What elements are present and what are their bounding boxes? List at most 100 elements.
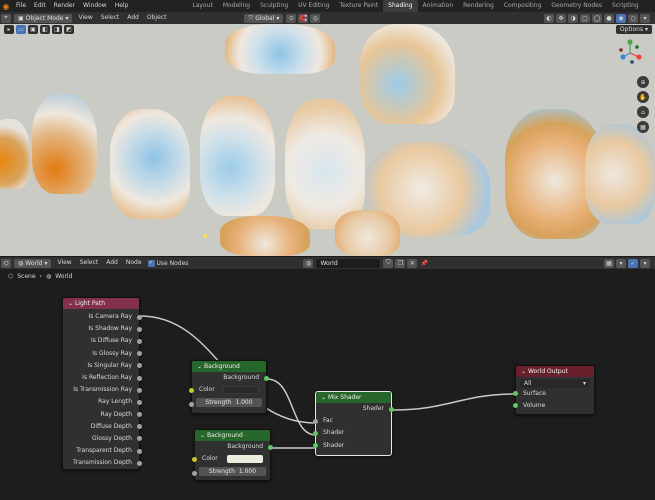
unlink-icon[interactable]: ✕ [407, 258, 418, 268]
ne-menu-node[interactable]: Node [122, 257, 146, 269]
material-preview-icon[interactable]: ◉ [616, 13, 626, 23]
wireframe-shading-icon[interactable]: ◯ [592, 13, 602, 23]
tab-modeling[interactable]: Modeling [218, 0, 255, 12]
fake-user-icon[interactable]: ⛉ [383, 258, 394, 268]
tab-texture-paint[interactable]: Texture Paint [334, 0, 383, 12]
overlays-icon[interactable]: ◑ [568, 13, 578, 23]
collapse-chevron-icon[interactable]: ⌄ [521, 368, 526, 375]
snap-icon[interactable]: 🧲 [298, 13, 309, 23]
target-dropdown[interactable]: All ▾ [520, 378, 590, 388]
vp-menu-object[interactable]: Object [143, 12, 171, 24]
output-socket[interactable] [268, 444, 273, 450]
hand-mesh[interactable] [360, 24, 455, 124]
hand-mesh[interactable] [285, 99, 365, 229]
ne-menu-select[interactable]: Select [76, 257, 103, 269]
visibility-icon[interactable]: ◐ [544, 13, 554, 23]
hand-mesh[interactable] [200, 96, 275, 216]
menu-file[interactable]: File [12, 0, 30, 12]
perspective-toggle-icon[interactable]: ▦ [637, 121, 649, 133]
select-tool-icon[interactable]: ▸ [4, 25, 14, 34]
output-socket[interactable] [137, 399, 142, 405]
input-socket[interactable] [313, 430, 318, 436]
zoom-icon[interactable]: ⊕ [637, 76, 649, 88]
hand-mesh[interactable] [335, 210, 400, 256]
tab-animation[interactable]: Animation [418, 0, 459, 12]
light-path-node[interactable]: ⌄ Light Path Is Camera Ray Is Shadow Ray… [62, 297, 142, 470]
overlay-options-icon[interactable]: ▾ [640, 258, 650, 268]
output-socket[interactable] [137, 387, 142, 393]
strength-field[interactable]: Strength 1.000 [199, 466, 266, 476]
tab-layout[interactable]: Layout [187, 0, 217, 12]
output-socket[interactable] [264, 375, 269, 381]
input-socket[interactable] [192, 470, 197, 476]
output-socket[interactable] [137, 460, 142, 466]
select-extend-icon[interactable]: ▣ [28, 25, 38, 34]
checkbox-checked-icon[interactable]: ✓ [147, 259, 155, 267]
select-intersect-icon[interactable]: ◩ [64, 25, 74, 34]
vp-menu-add[interactable]: Add [123, 12, 143, 24]
backdrop-icon[interactable]: ▾ [616, 258, 626, 268]
vp-menu-view[interactable]: View [74, 12, 96, 24]
input-socket[interactable] [313, 443, 318, 449]
output-socket[interactable] [137, 326, 142, 332]
input-socket[interactable] [513, 403, 518, 409]
pan-hand-icon[interactable]: ✋ [637, 91, 649, 103]
menu-render[interactable]: Render [50, 0, 79, 12]
rendered-shading-icon[interactable]: ○ [628, 13, 638, 23]
tab-sculpting[interactable]: Sculpting [255, 0, 293, 12]
input-socket[interactable] [313, 418, 318, 424]
camera-view-icon[interactable]: ⌂ [637, 106, 649, 118]
background-header[interactable]: ⌄ Background [192, 361, 266, 372]
options-button[interactable]: Options ▾ [615, 25, 652, 34]
select-invert-icon[interactable]: ◨ [52, 25, 62, 34]
editor-type-3d-icon[interactable]: ⌖ [1, 13, 11, 23]
strength-field[interactable]: Strength 1.000 [196, 397, 262, 407]
mode-dropdown[interactable]: ▣ Object Mode ▾ [14, 13, 73, 23]
vp-menu-select[interactable]: Select [97, 12, 124, 24]
snap-settings-icon[interactable]: ▦ [604, 258, 614, 268]
color-swatch[interactable] [227, 455, 263, 464]
output-socket[interactable] [137, 338, 142, 344]
mix-shader-node[interactable]: ⌄ Mix Shader Shader Fac Shader Shader [313, 391, 394, 456]
input-socket[interactable] [513, 391, 518, 397]
tab-geometry-nodes[interactable]: Geometry Nodes [546, 0, 607, 12]
select-box-icon[interactable]: ▭ [16, 25, 26, 34]
overlay-toggle-icon[interactable]: ✓ [628, 258, 638, 268]
3d-viewport[interactable]: ▸ ▭ ▣ ◧ ◨ ◩ Options ▾ ⊕ ✋ ⌂ ▦ [0, 24, 655, 256]
mix-shader-header[interactable]: ⌄ Mix Shader [316, 392, 391, 403]
background-header[interactable]: ⌄ Background [195, 430, 270, 441]
node-editor-canvas[interactable]: ⬡ Scene › ◍ World ⌄ Light Path Is Camera… [0, 269, 655, 500]
tab-shading[interactable]: Shading [383, 0, 418, 12]
world-output-header[interactable]: ⌄ World Output [516, 366, 594, 377]
hand-mesh[interactable] [225, 24, 335, 74]
collapse-chevron-icon[interactable]: ⌄ [200, 432, 205, 439]
shader-type-dropdown[interactable]: ◍ World ▾ [14, 258, 52, 268]
tab-rendering[interactable]: Rendering [458, 0, 499, 12]
editor-type-node-icon[interactable]: ⌬ [1, 258, 11, 268]
hand-mesh[interactable] [110, 109, 190, 219]
collapse-chevron-icon[interactable]: ⌄ [197, 363, 202, 370]
ne-menu-view[interactable]: View [53, 257, 75, 269]
navigation-gizmo[interactable] [615, 38, 645, 68]
output-socket[interactable] [137, 314, 142, 320]
solid-shading-icon[interactable]: ● [604, 13, 614, 23]
hand-mesh[interactable] [0, 119, 30, 189]
pin-icon[interactable]: 📌 [419, 259, 429, 268]
light-path-header[interactable]: ⌄ Light Path [63, 298, 139, 309]
xray-icon[interactable]: ▢ [580, 13, 590, 23]
duplicate-icon[interactable]: ❐ [395, 258, 406, 268]
hand-mesh[interactable] [585, 124, 655, 224]
select-subtract-icon[interactable]: ◧ [40, 25, 50, 34]
output-socket[interactable] [389, 406, 394, 412]
pivot-icon[interactable]: ⊙ [286, 13, 297, 23]
world-browse-icon[interactable]: ◍ [303, 258, 314, 268]
output-socket[interactable] [137, 375, 142, 381]
output-socket[interactable] [137, 448, 142, 454]
world-name-field[interactable]: World [316, 258, 381, 268]
hand-mesh[interactable] [220, 216, 310, 256]
hand-mesh[interactable] [32, 94, 97, 194]
ne-menu-add[interactable]: Add [102, 257, 122, 269]
gizmo-icon[interactable]: ✥ [556, 13, 566, 23]
tab-uv-editing[interactable]: UV Editing [293, 0, 334, 12]
tab-scripting[interactable]: Scripting [607, 0, 644, 12]
